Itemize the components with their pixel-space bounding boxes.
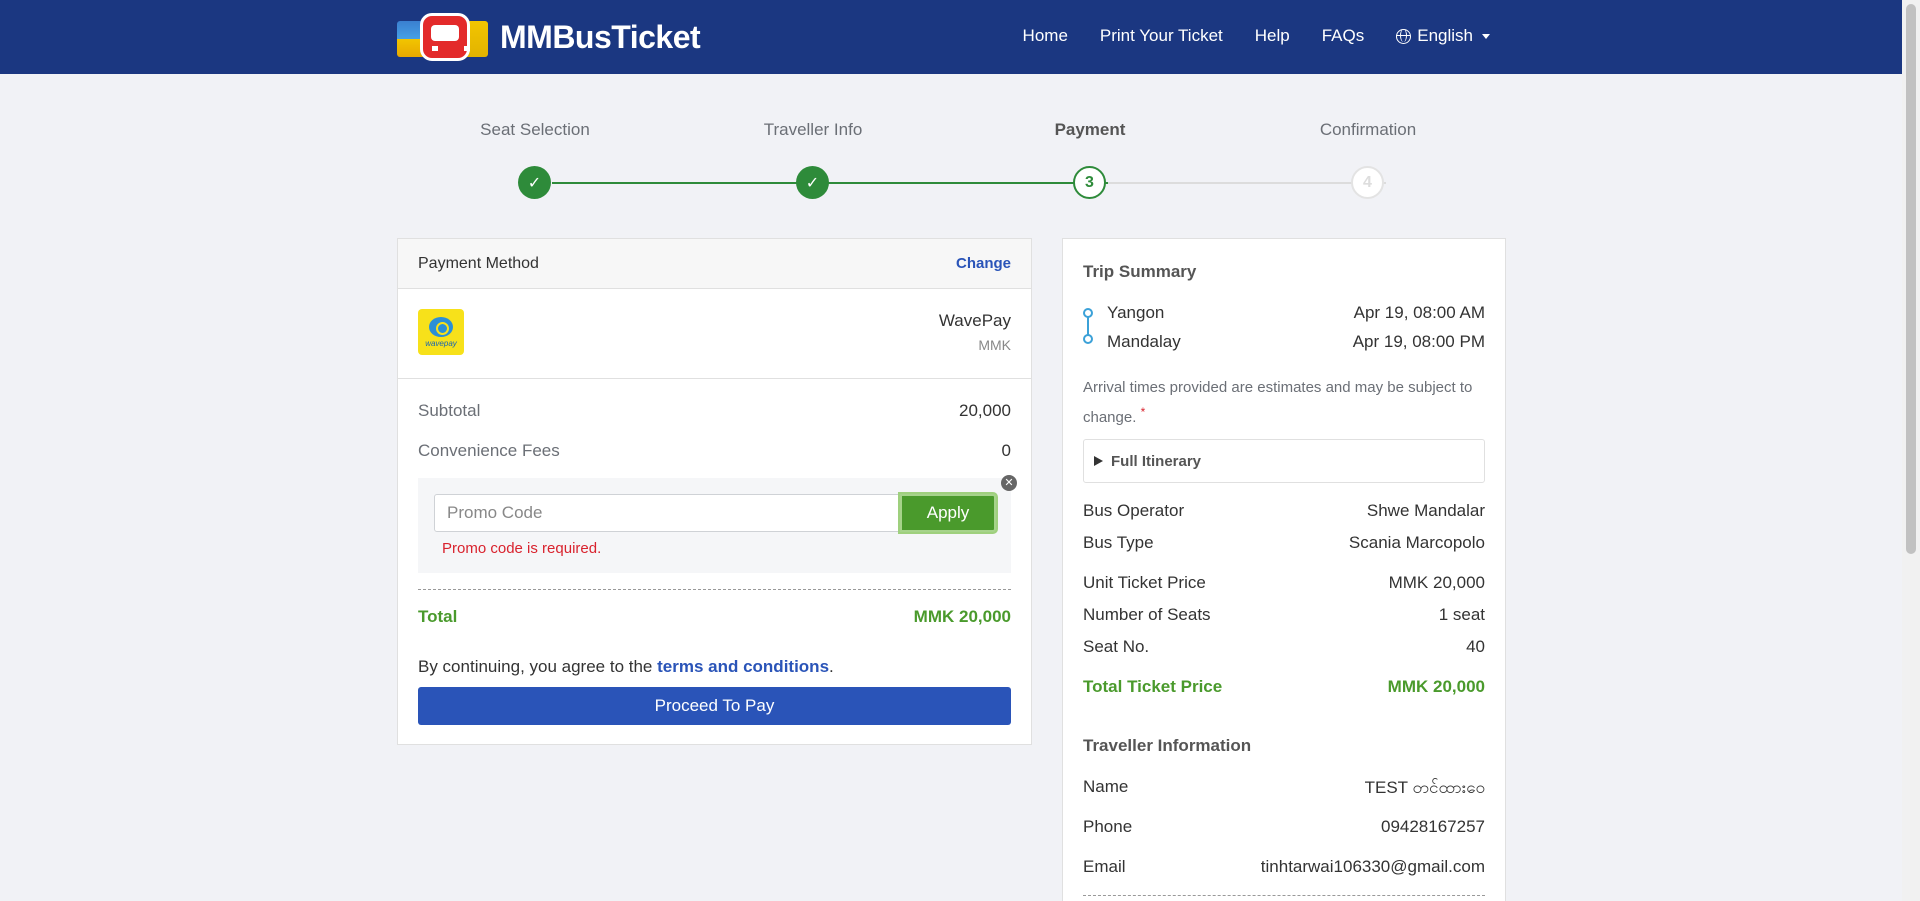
trip-summary-title: Trip Summary — [1083, 262, 1197, 281]
step-connector — [1108, 182, 1386, 184]
brand-logo[interactable]: MMBusTicket — [397, 13, 701, 61]
fees-label: Convenience Fees — [418, 441, 560, 460]
terms-text: By continuing, you agree to the terms an… — [418, 657, 834, 676]
traveller-email-row: Email tinhtarwai106330@gmail.com — [1083, 857, 1485, 876]
subtotal-value: 20,000 — [959, 401, 1011, 420]
step-seat-selection-label: Seat Selection — [480, 120, 590, 139]
language-dropdown[interactable]: English — [1396, 26, 1490, 46]
bus-logo-icon — [397, 13, 492, 61]
route-departure: Yangon Apr 19, 08:00 AM — [1107, 303, 1485, 323]
brand-name: MMBusTicket — [500, 18, 701, 55]
payment-panel: Payment Method Change wavepay WavePay MM… — [397, 238, 1032, 745]
expand-triangle-icon — [1094, 456, 1103, 466]
main-nav: Home Print Your Ticket Help FAQs English — [991, 26, 1490, 46]
total-label: Total — [418, 607, 458, 626]
from-city: Yangon — [1107, 303, 1165, 322]
scrollbar-thumb[interactable] — [1906, 4, 1916, 554]
trip-summary-panel: Trip Summary Yangon Apr 19, 08:00 AM Man… — [1062, 238, 1506, 901]
step-3-circle: 3 — [1073, 166, 1106, 199]
nav-home-link[interactable]: Home — [1023, 26, 1068, 46]
terms-link[interactable]: terms and conditions — [657, 657, 829, 676]
step-4-circle: 4 — [1351, 166, 1384, 199]
traveller-name-row: Name TEST တင်ထားဝေ — [1083, 777, 1485, 797]
subtotal-row: Subtotal 20,000 — [418, 401, 1011, 421]
nav-faqs-link[interactable]: FAQs — [1322, 26, 1365, 46]
step-connector — [830, 182, 1108, 184]
promo-error-message: Promo code is required. — [442, 540, 602, 557]
to-city: Mandalay — [1107, 332, 1181, 351]
close-promo-icon[interactable]: ✕ — [1001, 475, 1017, 491]
selected-payment-method: wavepay WavePay MMK — [398, 289, 1031, 379]
step-payment-label: Payment — [1054, 120, 1126, 139]
fees-row: Convenience Fees 0 — [418, 441, 1011, 461]
total-ticket-price-value: MMK 20,000 — [1387, 677, 1485, 696]
departure-time: Apr 19, 08:00 AM — [1353, 303, 1485, 322]
divider — [1083, 895, 1485, 896]
detail-row: Unit Ticket Price MMK 20,000 — [1083, 573, 1485, 592]
payment-method-currency: MMK — [978, 337, 1011, 353]
total-ticket-price-row: Total Ticket Price MMK 20,000 — [1083, 677, 1485, 697]
payment-method-header: Payment Method Change — [398, 239, 1031, 289]
traveller-phone-row: Phone 09428167257 — [1083, 817, 1485, 836]
step-confirmation-label: Confirmation — [1319, 120, 1417, 139]
full-itinerary-label: Full Itinerary — [1111, 452, 1202, 470]
globe-icon — [1396, 28, 1412, 44]
detail-row: Bus Operator Shwe Mandalar — [1083, 501, 1485, 520]
full-itinerary-toggle[interactable]: Full Itinerary — [1083, 439, 1485, 483]
step-connector — [552, 182, 830, 184]
step-traveller-info-label: Traveller Info — [763, 120, 863, 139]
fees-value: 0 — [1001, 441, 1011, 460]
route-icon — [1083, 308, 1093, 344]
detail-row: Number of Seats 1 seat — [1083, 605, 1485, 624]
wavepay-logo-icon: wavepay — [418, 309, 464, 355]
arrival-time: Apr 19, 08:00 PM — [1352, 332, 1485, 351]
apply-promo-button[interactable]: Apply — [900, 494, 996, 532]
subtotal-label: Subtotal — [418, 401, 481, 420]
route-arrival: Mandalay Apr 19, 08:00 PM — [1107, 332, 1485, 352]
detail-row: Seat No. 40 — [1083, 637, 1485, 656]
nav-help-link[interactable]: Help — [1255, 26, 1290, 46]
language-label: English — [1417, 26, 1473, 45]
change-payment-method-link[interactable]: Change — [956, 255, 1011, 272]
proceed-to-pay-button[interactable]: Proceed To Pay — [418, 687, 1011, 725]
divider — [418, 589, 1011, 590]
total-row: Total MMK 20,000 — [418, 607, 1011, 627]
traveller-info-title: Traveller Information — [1083, 736, 1252, 755]
page-scrollbar[interactable] — [1902, 0, 1920, 901]
payment-method-title: Payment Method — [418, 254, 539, 272]
step-1-check-icon: ✓ — [518, 166, 551, 199]
total-ticket-price-label: Total Ticket Price — [1083, 677, 1223, 696]
detail-row: Bus Type Scania Marcopolo — [1083, 533, 1485, 552]
caret-down-icon — [1482, 33, 1490, 39]
top-navbar: MMBusTicket Home Print Your Ticket Help … — [0, 0, 1902, 74]
total-value: MMK 20,000 — [913, 607, 1011, 626]
arrival-note: Arrival times provided are estimates and… — [1083, 379, 1473, 426]
payment-method-name: WavePay — [938, 311, 1011, 330]
promo-code-box: Apply Promo code is required. — [418, 478, 1011, 573]
promo-code-input[interactable] — [434, 494, 900, 532]
nav-print-ticket-link[interactable]: Print Your Ticket — [1100, 26, 1223, 46]
booking-progress-steps: Seat Selection Traveller Info Payment Co… — [395, 118, 1505, 208]
step-2-check-icon: ✓ — [796, 166, 829, 199]
required-mark: * — [1140, 405, 1146, 419]
